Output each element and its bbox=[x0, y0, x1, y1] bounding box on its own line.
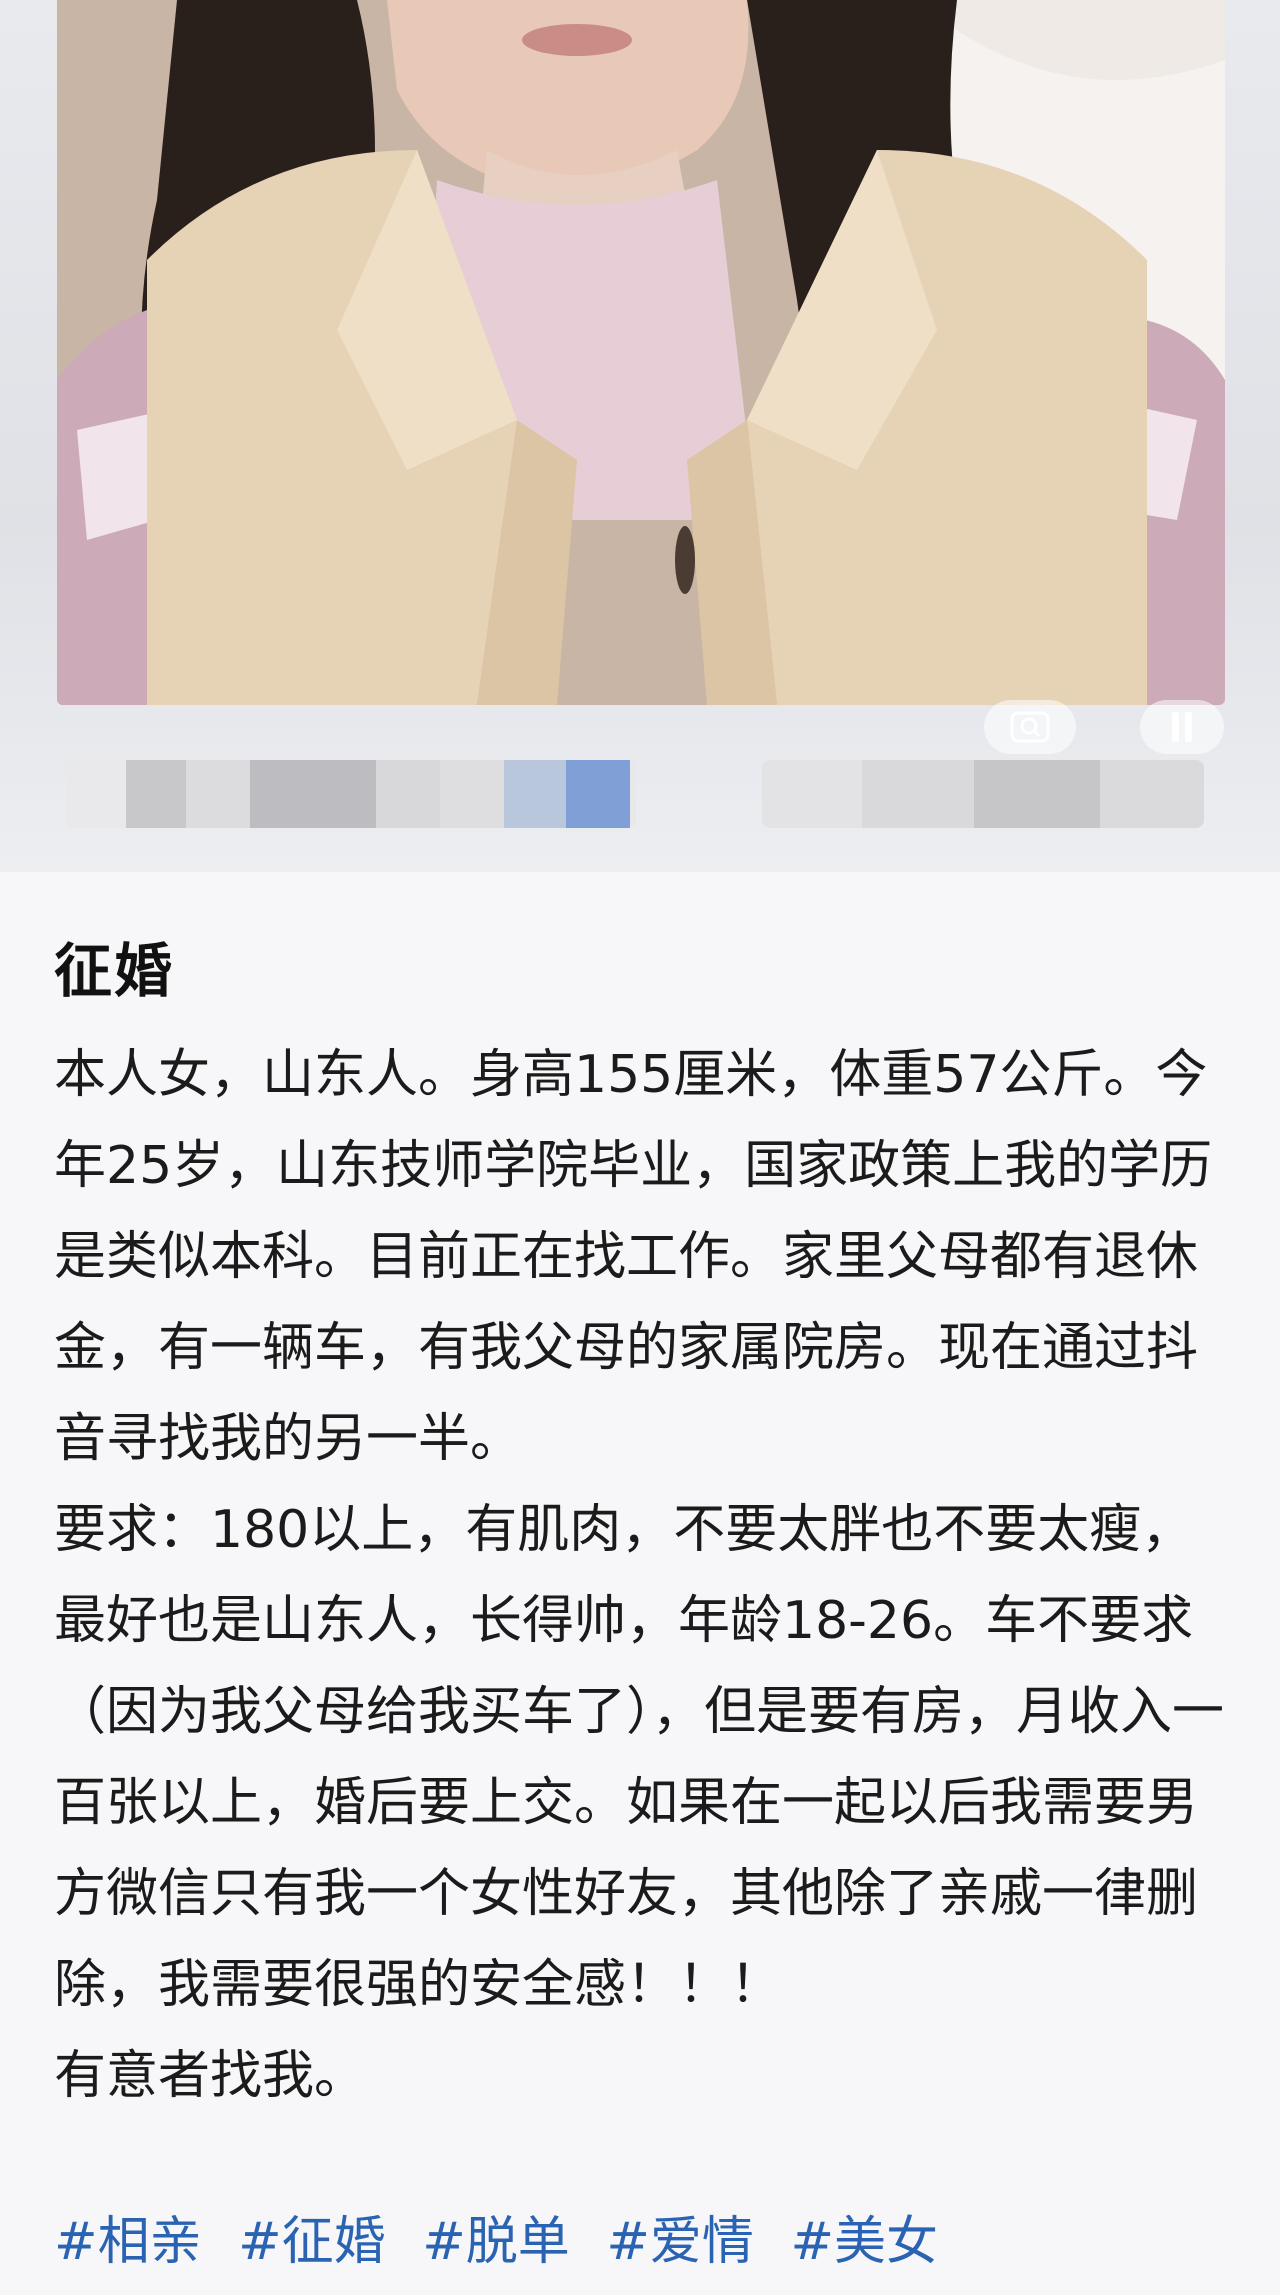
zoom-search-icon bbox=[1010, 711, 1050, 743]
blurred-caption-right bbox=[762, 760, 1204, 828]
post-paragraph-intro: 本人女，山东人。身高155厘米，体重57公斤。今年25岁，山东技师学院毕业，国家… bbox=[54, 1045, 1213, 1469]
pause-icon bbox=[1172, 712, 1192, 742]
blurred-caption-left bbox=[66, 760, 636, 828]
post-paragraph-closing: 有意者找我。 bbox=[54, 2046, 367, 2106]
hashtag-link[interactable]: #爱情 bbox=[606, 2212, 754, 2272]
hashtag-link[interactable]: #征婚 bbox=[238, 2212, 386, 2272]
hashtag-link[interactable]: #美女 bbox=[790, 2212, 938, 2272]
hashtag-link[interactable]: #相亲 bbox=[54, 2212, 202, 2272]
post-title: 征婚 bbox=[54, 937, 175, 1005]
post-photo[interactable] bbox=[57, 0, 1225, 705]
post-body: 本人女，山东人。身高155厘米，体重57公斤。今年25岁，山东技师学院毕业，国家… bbox=[54, 1030, 1234, 2122]
post-content: 征婚 本人女，山东人。身高155厘米，体重57公斤。今年25岁，山东技师学院毕业… bbox=[0, 872, 1280, 2295]
hashtag-list: #相亲 #征婚 #脱单 #爱情 #美女 bbox=[54, 2197, 958, 2288]
zoom-button[interactable] bbox=[984, 700, 1076, 754]
media-section bbox=[0, 0, 1280, 872]
photo-illustration bbox=[57, 0, 1225, 705]
hashtag-link[interactable]: #脱单 bbox=[422, 2212, 570, 2272]
post-paragraph-requirements: 要求：180以上，有肌肉，不要太胖也不要太瘦，最好也是山东人，长得帅，年龄18-… bbox=[54, 1500, 1225, 2015]
pause-button[interactable] bbox=[1140, 700, 1224, 754]
